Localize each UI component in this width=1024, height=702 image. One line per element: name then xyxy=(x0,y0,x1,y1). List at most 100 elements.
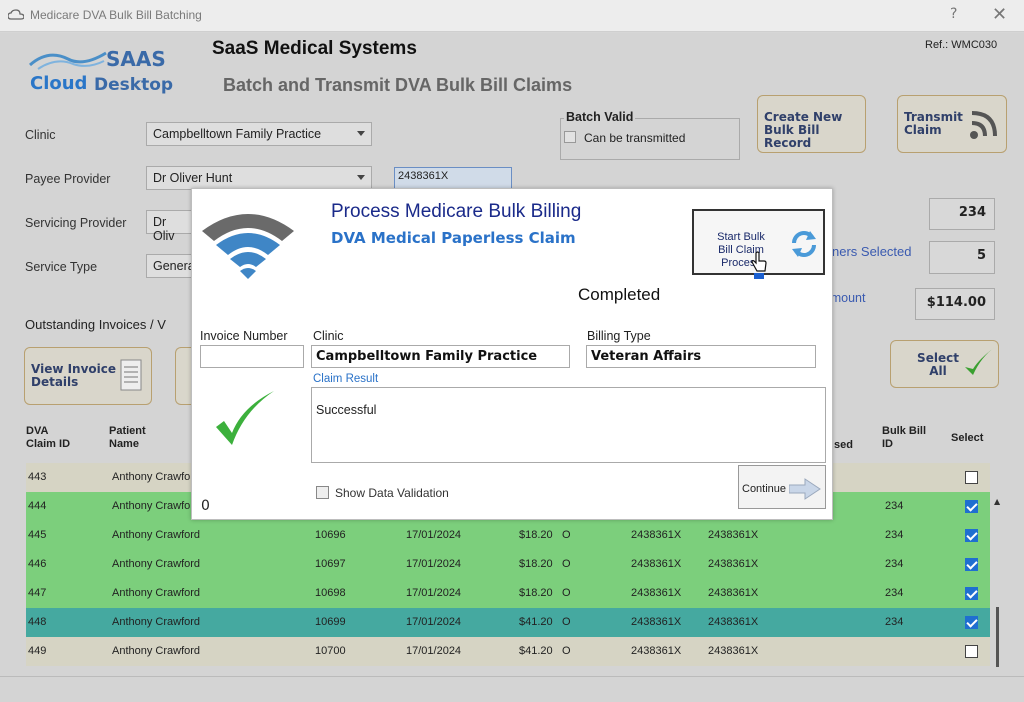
service-type-select[interactable]: Genera xyxy=(146,254,196,278)
servicing-select-value: Dr Oliv xyxy=(153,215,175,243)
billing-type-field[interactable]: Veteran Affairs xyxy=(586,345,816,368)
payee-select-value: Dr Oliver Hunt xyxy=(153,171,233,185)
scroll-up-icon[interactable]: ▲ xyxy=(994,497,1000,506)
outstanding-title: Outstanding Invoices / V xyxy=(25,317,166,332)
cell-amt: $18.20 xyxy=(519,529,553,541)
cell-sp: 2438361X xyxy=(631,587,682,599)
cell-date: 17/01/2024 xyxy=(406,616,462,628)
row-select-checkbox[interactable] xyxy=(965,645,978,658)
cell-id: 448 xyxy=(28,616,47,628)
refresh-icon xyxy=(792,231,816,257)
cell-st: O xyxy=(562,645,571,657)
create-new-button[interactable]: Create New Bulk Bill Record xyxy=(757,95,866,153)
dialog-title: Process Medicare Bulk Billing xyxy=(331,201,582,222)
cell-amt: $41.20 xyxy=(519,616,553,628)
cell-amt: $41.20 xyxy=(519,645,553,657)
cell-name: Anthony Crawford xyxy=(112,645,201,657)
clinic-select-value: Campbelltown Family Practice xyxy=(153,127,322,141)
cell-name: Anthony Crawford xyxy=(112,587,201,599)
help-button[interactable]: ? xyxy=(950,6,957,22)
close-button[interactable]: ✕ xyxy=(992,4,1007,25)
transmit-label: Transmit Claim xyxy=(904,110,963,137)
invoice-number-field[interactable] xyxy=(200,345,304,368)
cell-id: 445 xyxy=(28,529,47,541)
cell-name: Anthony Crawford xyxy=(112,558,201,570)
header-bulk-bill: Bulk Bill ID xyxy=(882,425,927,450)
table-row[interactable]: 449 Anthony Crawford 10700 17/01/2024 $41.20… xyxy=(26,637,990,666)
cell-id: 447 xyxy=(28,587,47,599)
dialog-clinic-field[interactable]: Campbelltown Family Practice xyxy=(311,345,570,368)
row-select-checkbox[interactable] xyxy=(965,616,978,629)
create-new-label: Create New Bulk Bill Record xyxy=(764,110,843,150)
cell-st: O xyxy=(562,529,571,541)
cell-ref: 10700 xyxy=(315,645,346,657)
servicing-select[interactable]: Dr Oliv xyxy=(146,210,196,243)
cell-sp: 2438361X xyxy=(631,558,682,570)
cell-id: 449 xyxy=(28,645,47,657)
table-row[interactable]: 447 Anthony Crawford 10698 17/01/2024 $18.20… xyxy=(26,579,990,608)
continue-label: Continue xyxy=(742,483,787,495)
wifi-icon xyxy=(202,214,294,279)
continue-button[interactable]: Continue xyxy=(738,465,826,509)
cell-sp: 2438361X xyxy=(631,529,682,541)
signal-icon xyxy=(970,111,997,139)
cell-sp: 2438361X xyxy=(631,645,682,657)
start-claim-button[interactable]: Start Bulk Bill Claim Process xyxy=(692,209,825,279)
cell-date: 17/01/2024 xyxy=(406,529,462,541)
header-date-auth: sed xyxy=(834,439,853,451)
cell-id: 444 xyxy=(28,500,47,512)
row-select-checkbox[interactable] xyxy=(965,558,978,571)
row-select-checkbox[interactable] xyxy=(965,587,978,600)
row-select-checkbox[interactable] xyxy=(965,471,978,484)
can-transmit-checkbox[interactable] xyxy=(564,131,576,143)
view-invoice-label: View Invoice Details xyxy=(31,362,117,389)
app-icon xyxy=(8,9,24,20)
select-all-button[interactable]: Select All xyxy=(890,340,999,388)
transmit-button[interactable]: Transmit Claim xyxy=(897,95,1007,153)
can-transmit-label: Can be transmitted xyxy=(584,131,686,145)
logo-waves-icon xyxy=(29,51,107,70)
table-row[interactable]: 446 Anthony Crawford 10697 17/01/2024 $18.20… xyxy=(26,550,990,579)
cell-st: O xyxy=(562,587,571,599)
header-select: Select xyxy=(951,432,984,444)
cell-name: Anthony Crawford xyxy=(112,529,201,541)
header-claim-id: DVA Claim ID xyxy=(26,425,71,450)
batch-valid-title: Batch Valid xyxy=(564,110,636,124)
cell-bb: 234 xyxy=(885,616,904,628)
table-row[interactable]: 445 Anthony Crawford 10696 17/01/2024 $18.20… xyxy=(26,521,990,550)
row-select-checkbox[interactable] xyxy=(965,529,978,542)
cell-ref: 10698 xyxy=(315,587,346,599)
cell-name: Anthony Crawford xyxy=(112,616,201,628)
title-bar: Medicare DVA Bulk Bill Batching ? ✕ xyxy=(0,0,1024,32)
payee-select[interactable]: Dr Oliver Hunt xyxy=(146,166,372,190)
table-scrollbar[interactable]: ▲ ▼ xyxy=(992,497,1004,697)
view-invoice-button[interactable]: View Invoice Details xyxy=(24,347,152,405)
cell-bb: 234 xyxy=(885,558,904,570)
vouchers-selected-value: 5 xyxy=(929,241,995,274)
claim-result-field[interactable]: Successful xyxy=(311,387,826,463)
cell-name: Anthony Crawford xyxy=(112,471,201,483)
cell-ref: 10696 xyxy=(315,529,346,541)
page-subtitle: Batch and Transmit DVA Bulk Bill Claims xyxy=(223,75,573,95)
busy-indicator xyxy=(754,273,764,279)
company-name: SaaS Medical Systems xyxy=(212,38,417,59)
cell-bb: 234 xyxy=(885,529,904,541)
document-icon xyxy=(120,359,142,391)
chevron-down-icon xyxy=(357,175,365,180)
scroll-thumb[interactable] xyxy=(996,607,999,667)
success-check-icon xyxy=(216,391,274,445)
select-all-label: Select All xyxy=(917,351,959,378)
pointer-hand-icon xyxy=(751,251,767,272)
show-validation-toggle[interactable]: Show Data Validation xyxy=(316,486,449,500)
cell-ref: 10697 xyxy=(315,558,346,570)
cell-date: 17/01/2024 xyxy=(406,558,462,570)
window-title: Medicare DVA Bulk Bill Batching xyxy=(30,8,202,22)
row-select-checkbox[interactable] xyxy=(965,500,978,513)
cell-st: O xyxy=(562,616,571,628)
vouchers-selected-label: ners Selected xyxy=(832,244,912,259)
table-row[interactable]: 448 Anthony Crawford 10699 17/01/2024 $41.20… xyxy=(26,608,990,637)
checkmark-icon xyxy=(965,347,995,375)
show-validation-checkbox[interactable] xyxy=(316,486,329,499)
clinic-select[interactable]: Campbelltown Family Practice xyxy=(146,122,372,146)
service-type-select-value: Genera xyxy=(153,259,195,273)
